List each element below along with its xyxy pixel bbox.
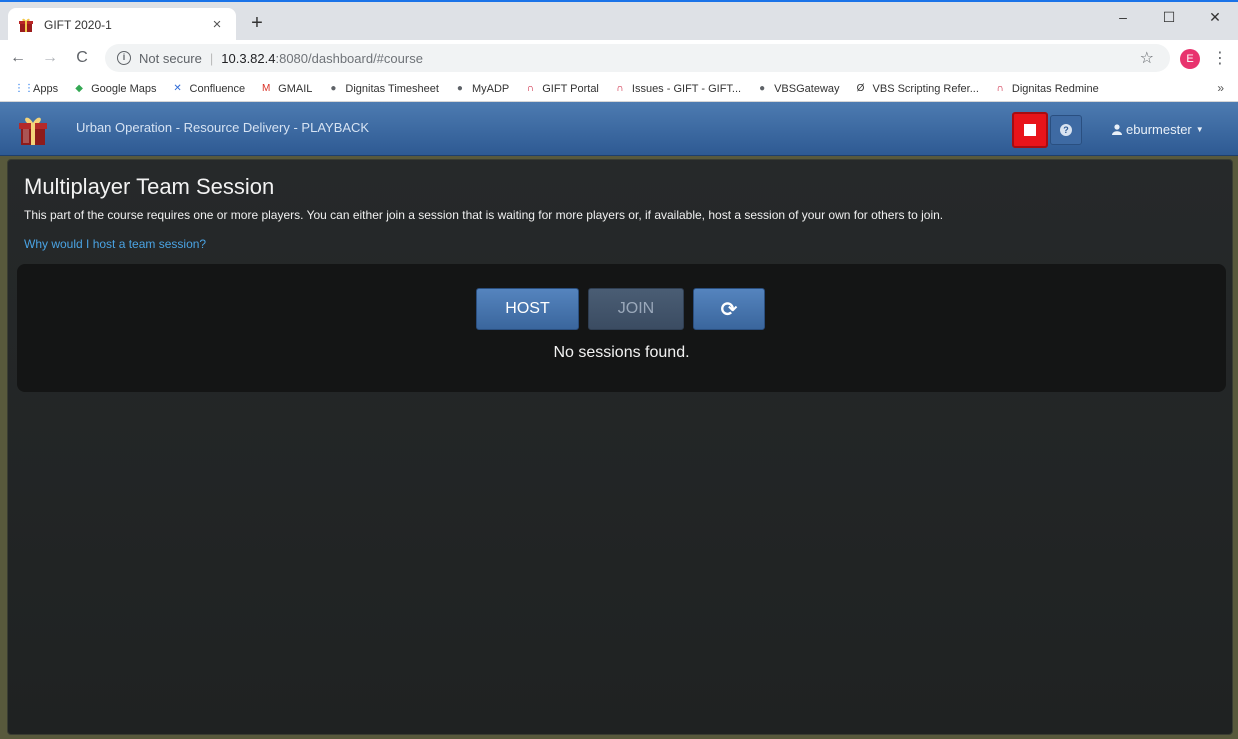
url-path: :8080/dashboard/#course [275, 50, 423, 66]
main-content: Multiplayer Team Session This part of th… [0, 156, 1238, 739]
page-title: Multiplayer Team Session [24, 174, 275, 199]
stop-icon [1024, 124, 1036, 136]
bookmark-item[interactable]: ✕ Confluence [171, 82, 246, 96]
redmine-icon: ∩ [616, 82, 624, 94]
bookmark-label: GIFT Portal [542, 82, 599, 95]
browser-tab[interactable]: GIFT 2020-1 × [8, 8, 236, 42]
bookmark-label: Dignitas Timesheet [345, 82, 439, 95]
bookmark-item[interactable]: ◆ Google Maps [72, 82, 156, 96]
address-bar[interactable]: i Not secure | 10.3.82.4 :8080/dashboard… [105, 44, 1170, 72]
empty-sessions-message: No sessions found. [553, 344, 690, 361]
info-icon[interactable]: i [117, 51, 131, 65]
browser-toolbar: ← → C i Not secure | 10.3.82.4 :8080/das… [0, 40, 1238, 76]
bookmark-item[interactable]: ● MyADP [453, 82, 509, 96]
gmail-icon: M [262, 82, 271, 94]
forward-button[interactable]: → [36, 44, 64, 72]
redmine-icon: ∩ [526, 82, 534, 94]
refresh-button[interactable]: ⟳ [693, 288, 765, 330]
bookmarks-bar: ⋮⋮ Apps ◆ Google Maps ✕ Confluence M GMAIL ● Dign… [0, 76, 1238, 102]
back-button[interactable]: ← [4, 44, 32, 72]
bookmark-star-icon[interactable]: ☆ [1140, 48, 1154, 68]
why-host-link[interactable]: Why would I host a team session? [24, 237, 206, 251]
globe-icon: ● [456, 82, 463, 94]
reload-button[interactable]: C [68, 44, 96, 72]
bookmark-item[interactable]: ⋮⋮ Apps [14, 82, 58, 96]
close-window-button[interactable]: ✕ [1192, 2, 1238, 32]
globe-icon: ● [330, 82, 337, 94]
bookmarks-overflow-button[interactable]: » [1217, 81, 1224, 95]
user-icon [1112, 124, 1122, 135]
team-session-panel: Multiplayer Team Session This part of th… [7, 159, 1233, 735]
window-controls: – ☐ ✕ [1100, 2, 1238, 32]
new-tab-button[interactable]: + [246, 12, 268, 34]
bookmark-item[interactable]: Ø VBS Scripting Refer... [854, 82, 979, 96]
bookmark-item[interactable]: ● Dignitas Timesheet [326, 82, 439, 96]
redmine-icon: ∩ [996, 82, 1004, 94]
user-menu[interactable]: eburmester ▼ [1112, 122, 1204, 137]
globe-icon: ● [759, 82, 766, 94]
stop-playback-button[interactable] [1012, 112, 1048, 148]
tab-title: GIFT 2020-1 [44, 18, 112, 32]
profile-avatar[interactable]: E [1180, 49, 1200, 69]
bookmark-item[interactable]: ● VBSGateway [755, 82, 839, 96]
url-separator: | [209, 50, 214, 66]
bookmark-label: VBS Scripting Refer... [872, 82, 979, 95]
host-button[interactable]: HOST [476, 288, 579, 330]
maximize-button[interactable]: ☐ [1146, 2, 1192, 32]
help-button[interactable]: ? [1050, 115, 1082, 145]
bookmark-label: Issues - GIFT - GIFT... [631, 82, 742, 95]
bookmark-label: Confluence [189, 82, 246, 95]
refresh-icon: ⟳ [720, 298, 738, 321]
session-list-panel: HOST JOIN ⟳ No sessions found. [17, 264, 1226, 392]
confluence-icon: ✕ [173, 82, 182, 94]
help-icon: ? [1060, 124, 1072, 136]
session-description: This part of the course requires one or … [24, 208, 944, 222]
security-label: Not secure [139, 50, 202, 66]
browser-menu-icon[interactable]: ⋮ [1212, 48, 1228, 68]
bookmark-label: VBSGateway [774, 82, 840, 95]
bookmark-item[interactable]: ∩ Issues - GIFT - GIFT... [613, 82, 741, 96]
gift-logo-icon [19, 117, 47, 145]
vbs-icon: Ø [856, 82, 865, 94]
username-label: eburmester [1126, 122, 1192, 137]
bookmark-label: Apps [33, 82, 59, 95]
bookmark-label: Dignitas Redmine [1011, 82, 1099, 95]
app-header: Urban Operation - Resource Delivery - PL… [0, 102, 1238, 156]
tab-close-icon[interactable]: × [208, 16, 226, 34]
join-button[interactable]: JOIN [588, 288, 684, 330]
bookmark-item[interactable]: ∩ GIFT Portal [523, 82, 599, 96]
apps-grid-icon: ⋮⋮ [14, 82, 34, 94]
minimize-button[interactable]: – [1100, 2, 1146, 32]
bookmark-item[interactable]: M GMAIL [259, 82, 312, 96]
maps-icon: ◆ [75, 82, 83, 94]
url-host: 10.3.82.4 [221, 50, 276, 66]
bookmark-item[interactable]: ∩ Dignitas Redmine [993, 82, 1099, 96]
bookmark-label: MyADP [471, 82, 510, 95]
course-title: Urban Operation - Resource Delivery - PL… [76, 120, 370, 135]
gift-favicon-icon [19, 18, 33, 32]
caret-down-icon: ▼ [1195, 125, 1204, 134]
bookmark-label: Google Maps [91, 82, 157, 95]
browser-tabstrip: GIFT 2020-1 × + – ☐ ✕ [0, 0, 1238, 42]
bookmark-label: GMAIL [278, 82, 313, 95]
